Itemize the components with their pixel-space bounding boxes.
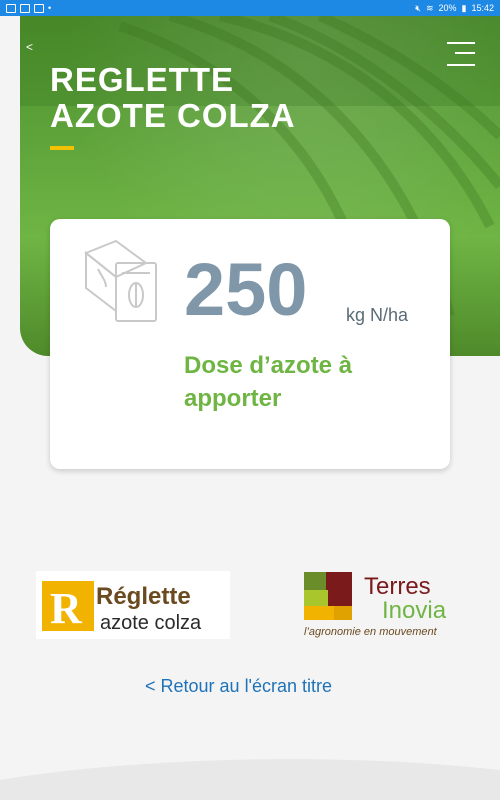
nitrogen-dose-unit: kg N/ha — [346, 305, 409, 325]
title-underline — [50, 146, 74, 150]
app-icon — [20, 3, 30, 13]
page-title: REGLETTE AZOTE COLZA — [50, 62, 296, 134]
menu-line — [455, 52, 475, 54]
dose-label-line-1: Dose d’azote à — [184, 352, 353, 379]
terres-inovia-logo: Terres Inovia l’agronomie en mouvement — [304, 572, 447, 638]
result-card: 250 kg N/ha Dose d’azote à apporter — [50, 219, 450, 469]
status-bar: • 🔇︎ ≋ 20% ▮ 15:42 — [0, 0, 500, 16]
wifi-icon: ≋ — [425, 2, 434, 13]
terres-logo-tagline: l’agronomie en mouvement — [304, 626, 438, 638]
status-system-icons: 🔇︎ ≋ 20% ▮ 15:42 — [415, 3, 494, 14]
clock: 15:42 — [471, 3, 494, 13]
seed-bag-icon — [84, 239, 157, 322]
reglette-logo-line-1: Réglette — [96, 583, 191, 610]
menu-line — [447, 64, 475, 66]
back-to-title-link[interactable]: < Retour au l'écran titre — [145, 676, 332, 697]
menu-line — [447, 42, 475, 44]
battery-icon: ▮ — [461, 2, 467, 13]
title-line-2: AZOTE COLZA — [50, 97, 296, 134]
reglette-logo-line-2: azote colza — [100, 612, 202, 634]
dot-icon: • — [48, 3, 52, 13]
battery-level: 20% — [438, 3, 457, 13]
dose-label: Dose d’azote à apporter — [184, 349, 404, 415]
status-notification-icons: • — [6, 3, 51, 13]
terres-logo-line-1: Terres — [364, 573, 431, 600]
terres-logo-line-2: Inovia — [382, 597, 447, 624]
back-chevron[interactable]: < — [26, 40, 33, 54]
gallery-icon — [6, 3, 16, 13]
dose-label-line-2: apporter — [184, 385, 282, 412]
reglette-azote-colza-logo: R Réglette azote colza — [36, 571, 230, 639]
mute-icon: 🔇︎ — [415, 2, 421, 13]
app-icon — [34, 3, 44, 13]
nitrogen-dose-value: 250 — [184, 248, 308, 331]
bottom-wave-decoration — [0, 759, 500, 800]
title-line-1: REGLETTE — [50, 61, 235, 98]
svg-text:R: R — [50, 584, 83, 633]
menu-icon[interactable] — [447, 40, 475, 68]
